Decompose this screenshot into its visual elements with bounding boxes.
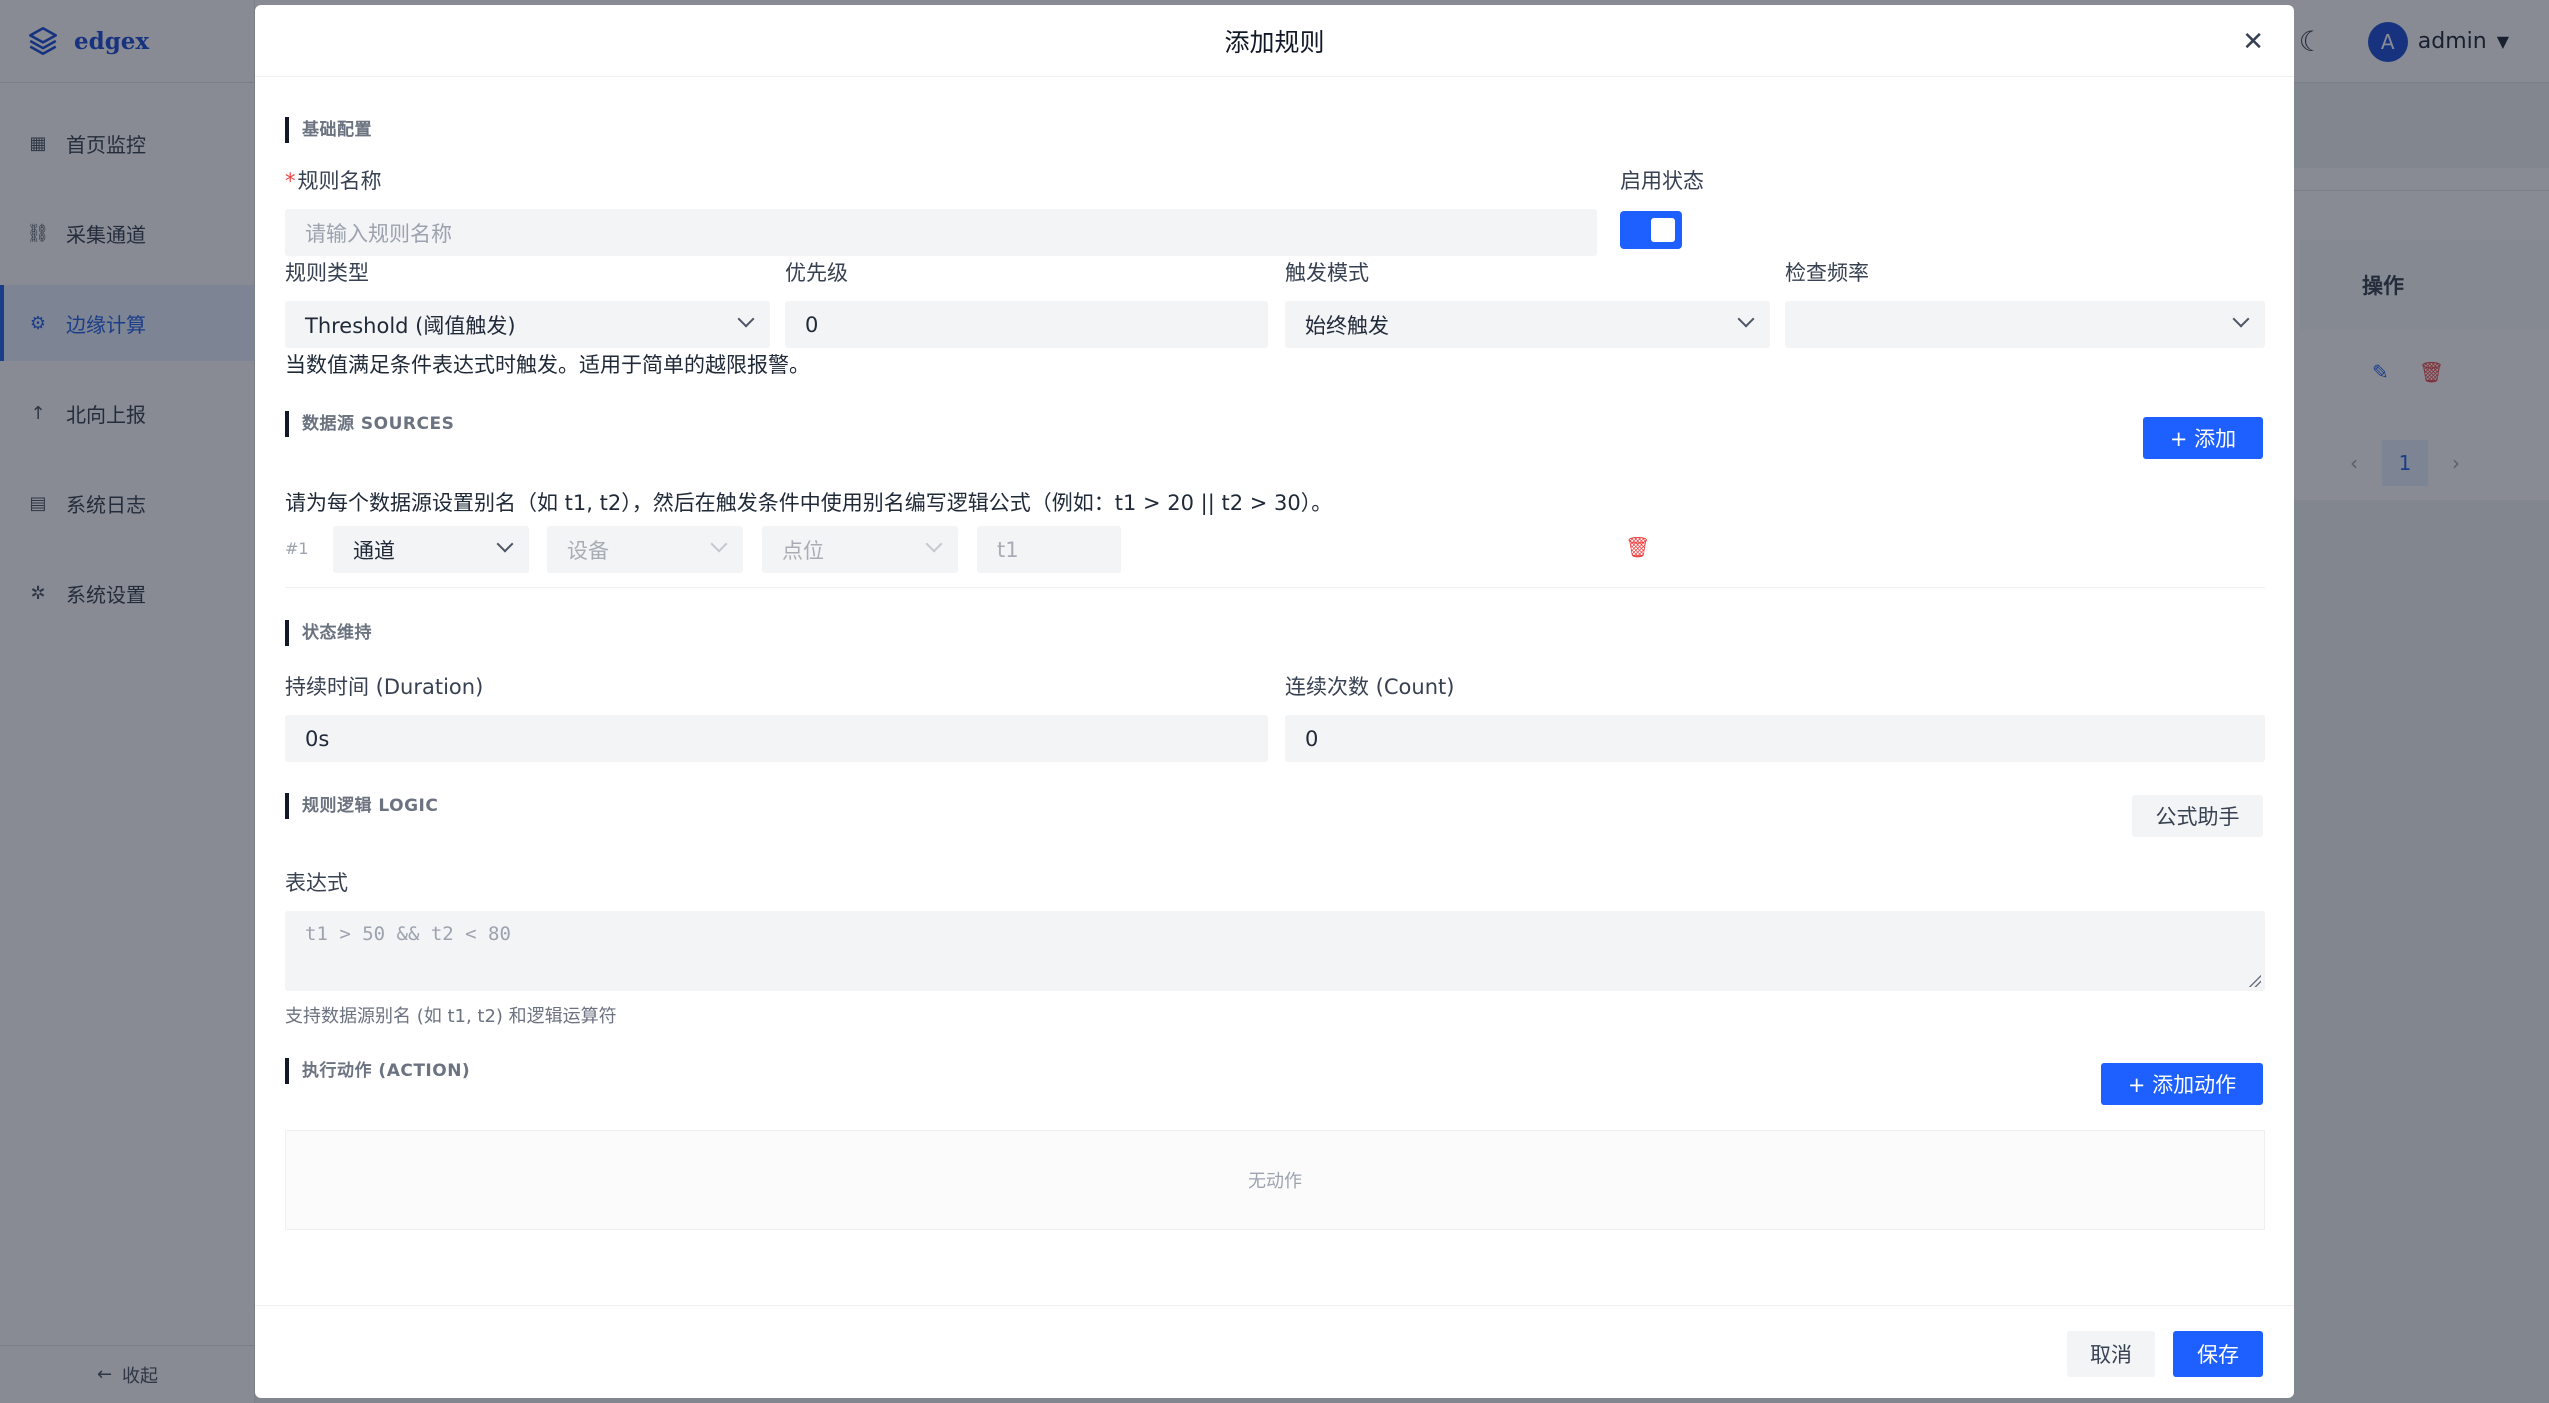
cancel-button[interactable]: 取消: [2067, 1331, 2155, 1377]
close-icon[interactable]: ✕: [2242, 27, 2264, 57]
actions-empty-state: 无动作: [285, 1130, 2265, 1230]
trigger-mode-label: 触发模式: [1285, 261, 1369, 285]
source-row-index: #1: [285, 539, 309, 558]
rule-name-input[interactable]: 请输入规则名称: [285, 209, 1597, 256]
dialog-body: 基础配置 *规则名称 请输入规则名称 启用状态 规则类型 Threshold (…: [255, 77, 2294, 1305]
source-device-value: 设备: [567, 538, 609, 563]
source-alias-input[interactable]: t1: [977, 526, 1121, 573]
chevron-down-icon: [1737, 310, 1755, 328]
section-title-logic: 规则逻辑 LOGIC: [285, 793, 438, 819]
priority-label: 优先级: [785, 261, 848, 285]
chevron-down-icon: [496, 535, 514, 553]
section-title-state: 状态维持: [285, 620, 372, 646]
section-title-action: 执行动作 (ACTION): [285, 1058, 470, 1084]
source-channel-select[interactable]: 通道: [333, 526, 529, 573]
source-point-select[interactable]: 点位: [762, 526, 958, 573]
rule-type-hint: 当数值满足条件表达式时触发。适用于简单的越限报警。: [285, 353, 810, 377]
expression-label: 表达式: [285, 871, 348, 895]
add-rule-dialog: 添加规则 ✕ 基础配置 *规则名称 请输入规则名称 启用状态 规则类型 Thre…: [255, 5, 2294, 1398]
formula-helper-button[interactable]: 公式助手: [2132, 795, 2263, 837]
dialog-header: 添加规则 ✕: [255, 5, 2294, 77]
source-point-value: 点位: [782, 538, 824, 563]
dialog-footer: 取消 保存: [255, 1305, 2294, 1398]
resize-handle-icon[interactable]: [2249, 975, 2261, 987]
sources-hint: 请为每个数据源设置别名（如 t1, t2），然后在触发条件中使用别名编写逻辑公式…: [285, 491, 1333, 515]
priority-input[interactable]: 0: [785, 301, 1268, 348]
trigger-mode-value: 始终触发: [1305, 313, 1389, 338]
count-input[interactable]: 0: [1285, 715, 2265, 762]
section-title-basic: 基础配置: [285, 117, 372, 143]
dialog-title: 添加规则: [1224, 27, 1325, 57]
chevron-down-icon: [737, 310, 755, 328]
enabled-label: 启用状态: [1620, 169, 1704, 193]
check-frequency-label: 检查频率: [1785, 261, 1869, 285]
expression-hint: 支持数据源别名 (如 t1, t2) 和逻辑运算符: [285, 1006, 617, 1027]
delete-source-icon[interactable]: 🗑: [1625, 535, 1650, 559]
expression-placeholder: t1 > 50 && t2 < 80: [305, 923, 511, 945]
duration-input[interactable]: 0s: [285, 715, 1268, 762]
rule-type-value: Threshold (阈值触发): [305, 313, 516, 338]
source-device-select[interactable]: 设备: [547, 526, 743, 573]
expression-textarea[interactable]: t1 > 50 && t2 < 80: [285, 911, 2265, 991]
enabled-toggle[interactable]: [1620, 211, 1682, 249]
sources-divider: [285, 587, 2265, 588]
chevron-down-icon: [2232, 310, 2250, 328]
check-frequency-select[interactable]: [1785, 301, 2265, 348]
add-action-button[interactable]: + 添加动作: [2101, 1063, 2263, 1105]
rule-name-label: *规则名称: [285, 169, 382, 193]
count-label: 连续次数 (Count): [1285, 675, 1455, 699]
chevron-down-icon: [710, 535, 728, 553]
save-button[interactable]: 保存: [2173, 1331, 2263, 1377]
rule-name-label-text: 规则名称: [297, 169, 382, 193]
trigger-mode-select[interactable]: 始终触发: [1285, 301, 1770, 348]
source-channel-value: 通道: [353, 538, 395, 563]
rule-type-select[interactable]: Threshold (阈值触发): [285, 301, 770, 348]
section-title-sources: 数据源 SOURCES: [285, 411, 454, 437]
duration-label: 持续时间 (Duration): [285, 675, 484, 699]
chevron-down-icon: [925, 535, 943, 553]
actions-empty-text: 无动作: [1248, 1171, 1302, 1192]
rule-type-label: 规则类型: [285, 261, 369, 285]
add-source-button[interactable]: + 添加: [2143, 417, 2263, 459]
